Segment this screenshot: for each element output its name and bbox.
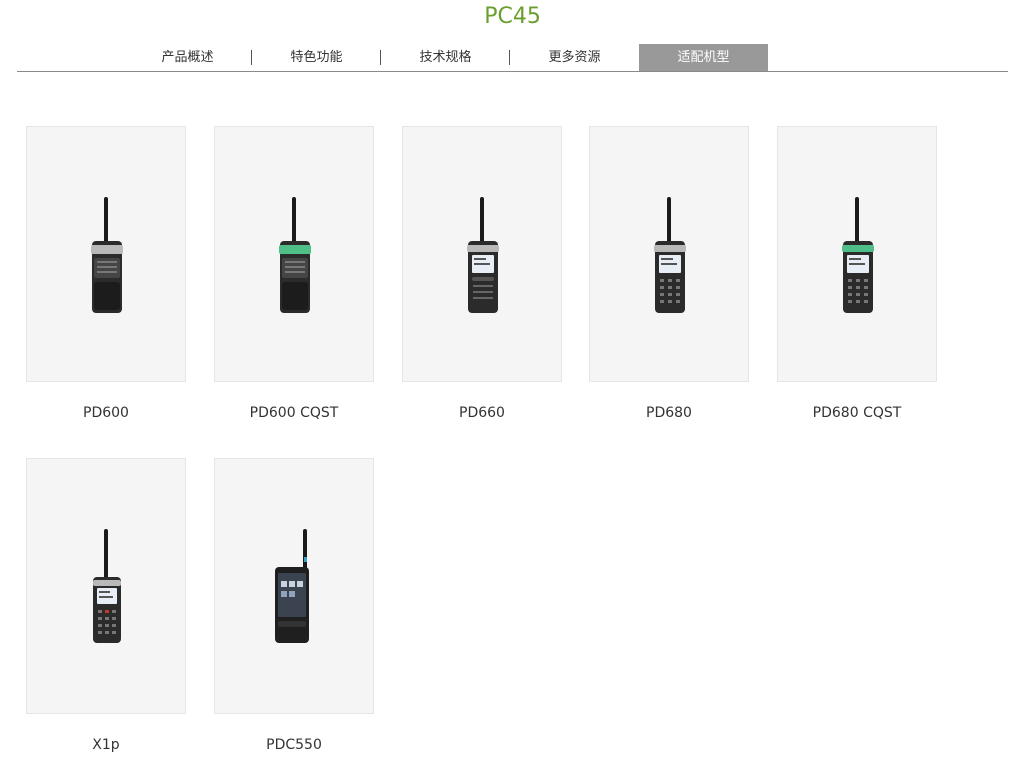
tab-features[interactable]: 特色功能 xyxy=(252,44,381,71)
radio-keyless-green-icon xyxy=(279,197,311,313)
tab-label: 特色功能 xyxy=(290,50,343,65)
model-name: PD660 xyxy=(459,405,505,421)
tab-overview[interactable]: 产品概述 xyxy=(123,44,252,71)
radio-touchscreen-icon xyxy=(275,529,309,643)
tab-label: 技术规格 xyxy=(419,50,472,65)
model-name: X1p xyxy=(92,737,120,753)
page-title: PC45 xyxy=(484,4,541,29)
radio-keypad-green-icon xyxy=(842,197,874,313)
model-name: PDC550 xyxy=(266,737,322,753)
page: PC45 产品概述 特色功能 技术规格 更多资源 适配机型 PD600 PD60… xyxy=(0,0,1025,783)
model-card-pd660[interactable]: PD660 xyxy=(402,126,562,423)
tab-bar: 产品概述 特色功能 技术规格 更多资源 适配机型 xyxy=(123,44,768,71)
radio-compact-keypad-icon xyxy=(93,529,121,643)
model-card-pd600[interactable]: PD600 xyxy=(26,126,186,423)
model-thumbnail xyxy=(26,458,186,714)
tab-compatible-models[interactable]: 适配机型 xyxy=(639,44,768,71)
model-name: PD600 CQST xyxy=(249,405,339,421)
model-thumbnail xyxy=(214,126,374,382)
tab-label: 产品概述 xyxy=(161,50,214,65)
tab-specifications[interactable]: 技术规格 xyxy=(381,44,510,71)
model-name: PD600 xyxy=(83,405,129,421)
tab-resources[interactable]: 更多资源 xyxy=(510,44,639,71)
model-card-pdc550[interactable]: PDC550 xyxy=(214,458,374,755)
model-thumbnail xyxy=(26,126,186,382)
model-card-pd680[interactable]: PD680 xyxy=(589,126,749,423)
model-card-pd680-cqst[interactable]: PD680 CQST xyxy=(777,126,937,423)
radio-keyless-icon xyxy=(91,197,123,313)
model-thumbnail xyxy=(777,126,937,382)
model-name: PD680 xyxy=(646,405,692,421)
model-thumbnail xyxy=(589,126,749,382)
model-name: PD680 CQST xyxy=(812,405,902,421)
model-thumbnail xyxy=(402,126,562,382)
model-card-x1p[interactable]: X1p xyxy=(26,458,186,755)
tab-label: 适配机型 xyxy=(677,50,730,65)
model-card-pd600-cqst[interactable]: PD600 CQST xyxy=(214,126,374,423)
model-thumbnail xyxy=(214,458,374,714)
radio-keypad-icon xyxy=(654,197,686,313)
tab-label: 更多资源 xyxy=(548,50,601,65)
tab-divider xyxy=(17,71,1008,72)
radio-display-icon xyxy=(467,197,499,313)
